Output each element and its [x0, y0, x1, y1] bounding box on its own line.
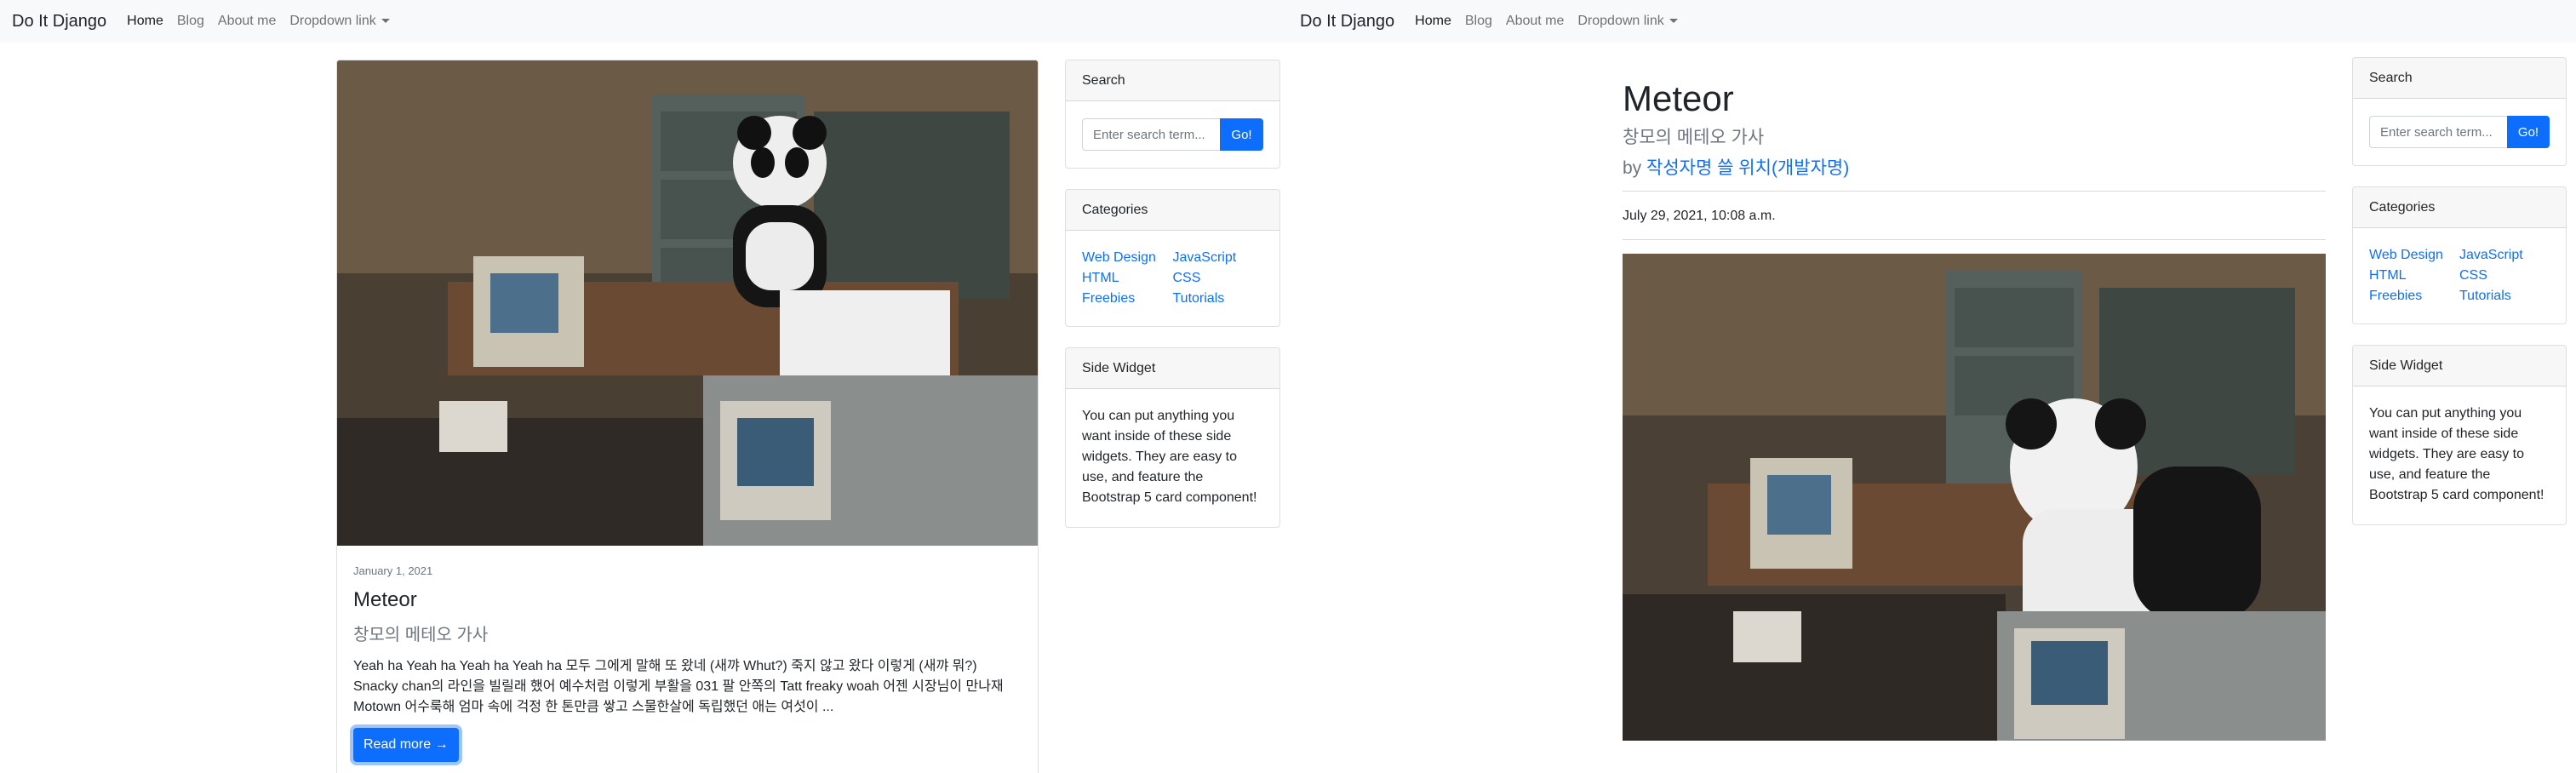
categories-card-header: Categories [1066, 190, 1279, 231]
category-html[interactable]: HTML [1082, 268, 1173, 289]
search-input[interactable] [2369, 116, 2507, 148]
navbar: Do It Django Home Blog About me Dropdown… [0, 0, 1288, 43]
nav-dropdown-label: Dropdown link [1577, 14, 1664, 28]
categories-list: Web Design JavaScript HTML CSS Freebies … [2369, 245, 2550, 306]
post-title[interactable]: Meteor [353, 585, 1023, 616]
side-widget-card: Side Widget You can put anything you wan… [2352, 345, 2567, 525]
post-image [1623, 254, 2326, 741]
nav-about[interactable]: About me [1506, 14, 1564, 29]
categories-card: Categories Web Design JavaScript HTML CS… [1065, 189, 1280, 327]
published-date: July 29, 2021, 10:08 a.m. [1623, 209, 1776, 223]
search-card: Search Go! [1065, 60, 1280, 169]
navbar-brand[interactable]: Do It Django [12, 12, 106, 31]
post-image[interactable] [337, 60, 1038, 546]
nav-dropdown[interactable]: Dropdown link [1577, 14, 1678, 29]
category-web-design[interactable]: Web Design [2369, 245, 2459, 266]
read-more-button[interactable]: Read more → [353, 727, 459, 762]
divider [1623, 239, 2326, 240]
post-title: Meteor [1623, 78, 1734, 118]
side-widget-header: Side Widget [1066, 348, 1279, 389]
search-card-header: Search [2353, 58, 2566, 99]
side-widget-text: You can put anything you want inside of … [1082, 409, 1257, 505]
category-tutorials[interactable]: Tutorials [1173, 289, 1264, 309]
nav-home[interactable]: Home [1415, 14, 1451, 29]
category-javascript[interactable]: JavaScript [1173, 248, 1264, 268]
search-group: Go! [1082, 118, 1263, 151]
post-date: January 1, 2021 [353, 564, 433, 577]
byline-prefix: by [1623, 158, 1642, 178]
side-widget-header: Side Widget [2353, 346, 2566, 386]
navbar: Do It Django Home Blog About me Dropdown… [1288, 0, 2576, 43]
search-go-button[interactable]: Go! [1220, 118, 1263, 151]
author-link[interactable]: 작성자명 쓸 위치(개발자명) [1646, 158, 1849, 178]
side-widget-card: Side Widget You can put anything you wan… [1065, 347, 1280, 528]
category-css[interactable]: CSS [1173, 268, 1264, 289]
category-web-design[interactable]: Web Design [1082, 248, 1173, 268]
search-input[interactable] [1082, 118, 1220, 151]
category-freebies[interactable]: Freebies [1082, 289, 1173, 309]
panda-office-image [337, 60, 1038, 546]
post-subtitle: 창모의 메테오 가사 [1623, 128, 1765, 147]
search-card-header: Search [1066, 60, 1279, 101]
post-excerpt: Yeah ha Yeah ha Yeah ha Yeah ha 모두 그에게 말… [353, 658, 1004, 714]
search-group: Go! [2369, 116, 2550, 148]
caret-down-icon [1669, 19, 1678, 24]
category-tutorials[interactable]: Tutorials [2459, 286, 2550, 306]
categories-card: Categories Web Design JavaScript HTML CS… [2352, 186, 2567, 324]
categories-card-header: Categories [2353, 187, 2566, 228]
post-byline: by 작성자명 쓸 위치(개발자명) [1623, 154, 1849, 180]
category-javascript[interactable]: JavaScript [2459, 245, 2550, 266]
category-freebies[interactable]: Freebies [2369, 286, 2459, 306]
side-widget-text: You can put anything you want inside of … [2369, 406, 2545, 502]
post-subtitle: 창모의 메테오 가사 [353, 625, 489, 644]
post-card: January 1, 2021 Meteor 창모의 메테오 가사 Yeah h… [336, 60, 1039, 773]
nav-dropdown-label: Dropdown link [289, 14, 376, 28]
caret-down-icon [381, 19, 390, 24]
nav-home[interactable]: Home [127, 14, 163, 29]
navbar-brand[interactable]: Do It Django [1300, 12, 1394, 31]
category-css[interactable]: CSS [2459, 266, 2550, 286]
category-html[interactable]: HTML [2369, 266, 2459, 286]
divider [1623, 191, 2326, 192]
nav-blog[interactable]: Blog [1465, 14, 1492, 29]
categories-list: Web Design JavaScript HTML CSS Freebies … [1082, 248, 1263, 309]
nav-blog[interactable]: Blog [177, 14, 204, 29]
nav-about[interactable]: About me [218, 14, 276, 29]
search-go-button[interactable]: Go! [2507, 116, 2550, 148]
blog-list-screen: Do It Django Home Blog About me Dropdown… [0, 0, 1288, 773]
post-detail-screen: Do It Django Home Blog About me Dropdown… [1288, 0, 2576, 773]
panda-office-image [1623, 254, 2326, 741]
search-card: Search Go! [2352, 57, 2567, 166]
nav-dropdown[interactable]: Dropdown link [289, 14, 390, 29]
